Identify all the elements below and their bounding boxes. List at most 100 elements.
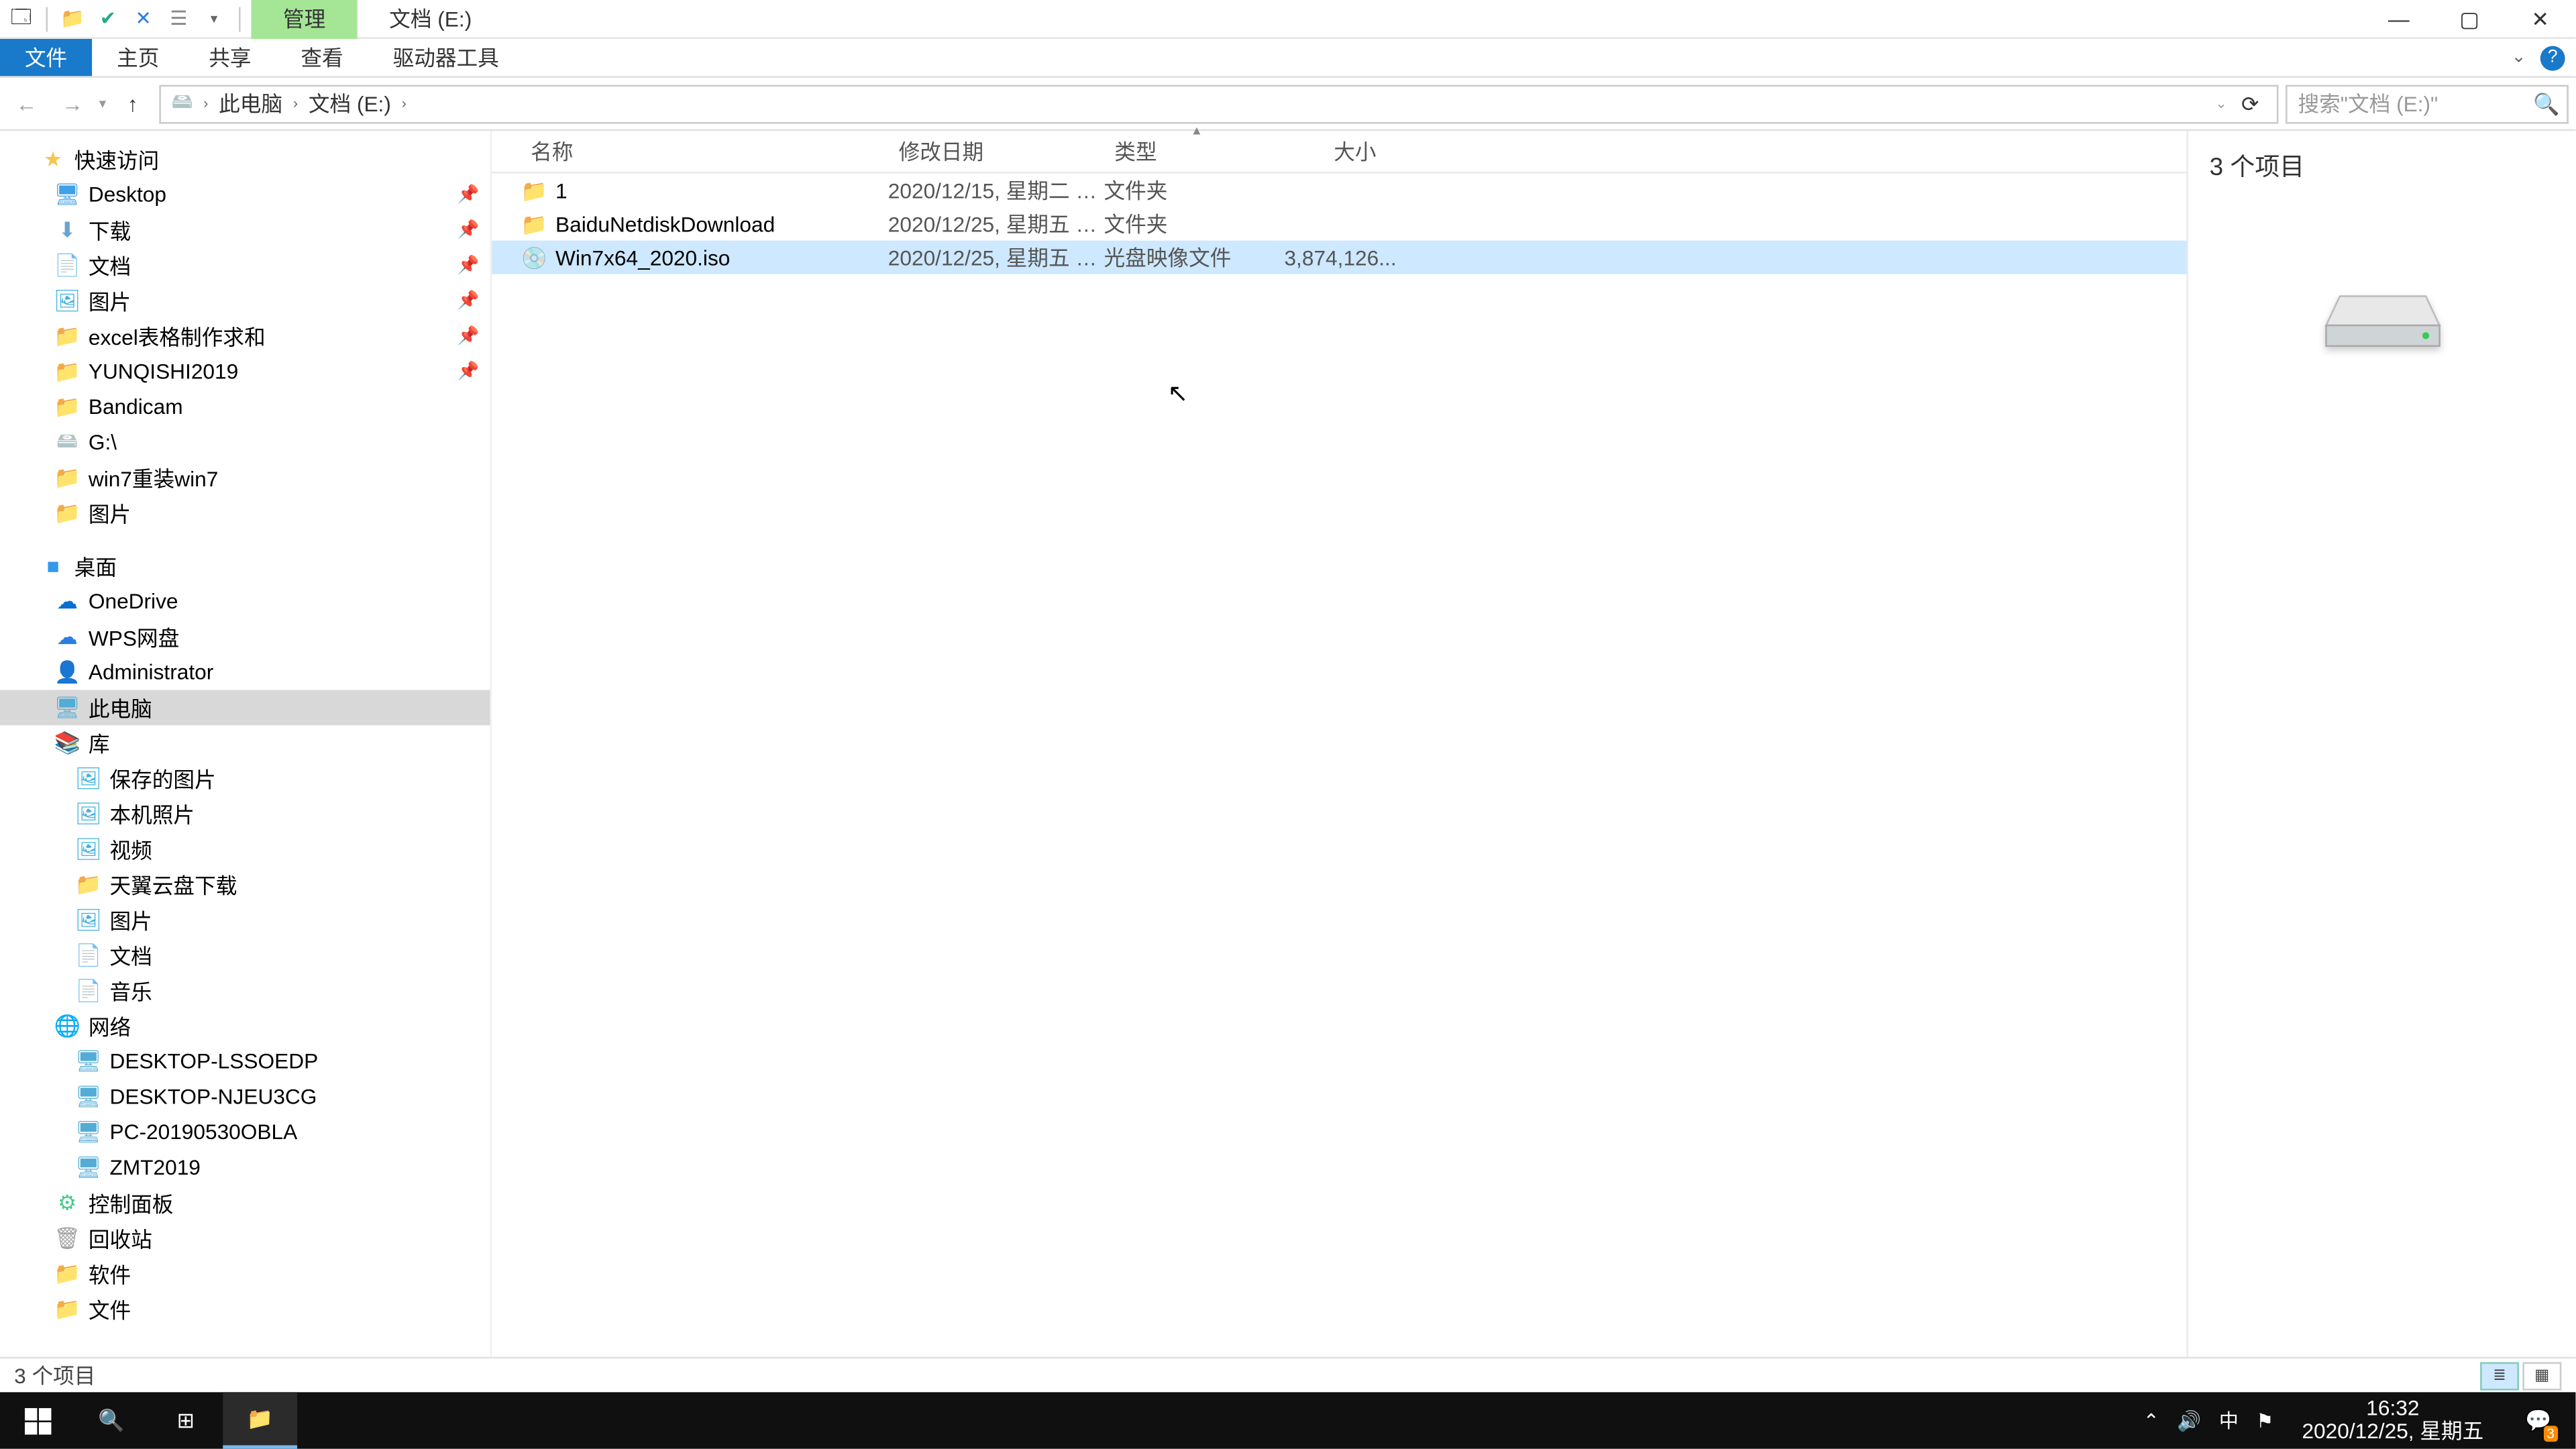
volume-icon[interactable]: 🔊 — [2177, 1409, 2201, 1432]
cp-icon: ⚙ — [53, 1189, 81, 1217]
explorer-taskbar-button[interactable]: 📁 — [223, 1392, 297, 1448]
navigation-pane[interactable]: ★ 快速访问 🖥Desktop📌⬇下载📌📄文档📌🖼图片📌📁excel表格制作求和… — [0, 131, 492, 1356]
pin-icon: 📌 — [458, 256, 480, 275]
column-header-size[interactable]: 大小 — [1284, 136, 1387, 166]
details-view-button[interactable]: ≣ — [2480, 1361, 2519, 1389]
tray-chevron-up-icon[interactable]: ⌃ — [2143, 1409, 2159, 1432]
column-header-type[interactable]: 类型 — [1104, 136, 1284, 166]
task-view-button[interactable]: ⊞ — [149, 1392, 223, 1448]
ribbon-tab-share[interactable]: 共享 — [184, 39, 276, 76]
file-row[interactable]: 📁12020/12/15, 星期二 1...文件夹 — [492, 173, 2186, 207]
tree-item[interactable]: 📁excel表格制作求和📌 — [0, 319, 490, 354]
start-button[interactable] — [0, 1392, 74, 1448]
tree-item[interactable]: 🖥DESKTOP-NJEU3CG — [0, 1079, 490, 1115]
search-input[interactable]: 搜索"文档 (E:)" 🔍 — [2286, 84, 2569, 123]
tree-item[interactable]: 📁win7重装win7 — [0, 460, 490, 496]
tree-item[interactable]: 🖼本机照片 — [0, 796, 490, 832]
chevron-down-icon[interactable]: ▾ — [200, 5, 228, 33]
tree-item[interactable]: 📄文档 — [0, 938, 490, 973]
pic-icon: 🖼 — [53, 286, 81, 315]
separator — [46, 6, 48, 31]
crumb-this-pc[interactable]: 此电脑 — [215, 89, 286, 119]
folder-icon: 📁 — [53, 1295, 81, 1323]
close-button[interactable]: ✕ — [2505, 0, 2575, 38]
icons-view-button[interactable]: ▦ — [2522, 1361, 2561, 1389]
search-icon[interactable]: 🔍 — [2533, 91, 2559, 116]
close-icon[interactable]: ✕ — [129, 5, 158, 33]
help-icon[interactable]: ? — [2540, 45, 2565, 70]
collapse-ribbon-icon[interactable]: ⌄ — [2512, 48, 2526, 67]
contextual-tab[interactable]: 管理 — [251, 0, 357, 38]
file-tab[interactable]: 文件 — [0, 39, 92, 76]
up-button[interactable]: ↑ — [113, 84, 152, 123]
tree-item[interactable]: 🗑回收站 — [0, 1221, 490, 1256]
folder-icon[interactable]: 📁 — [58, 5, 87, 33]
folder-icon: 📁 — [53, 358, 81, 386]
tree-item[interactable]: 🖼视频 — [0, 831, 490, 867]
tree-item[interactable]: 🖼图片 — [0, 902, 490, 938]
tree-item[interactable]: ☁WPS网盘 — [0, 619, 490, 655]
tree-item[interactable]: 🖥Desktop📌 — [0, 177, 490, 213]
chevron-right-icon[interactable]: › — [398, 95, 410, 111]
tree-item[interactable]: 🌐网络 — [0, 1008, 490, 1044]
file-row[interactable]: 📁BaiduNetdiskDownload2020/12/25, 星期五 1..… — [492, 207, 2186, 241]
search-button[interactable]: 🔍 — [74, 1392, 149, 1448]
tree-item[interactable]: 📁YUNQISHI2019📌 — [0, 354, 490, 389]
window-title: 文档 (E:) — [358, 0, 504, 38]
ime-indicator[interactable]: 中 — [2219, 1406, 2239, 1434]
tree-item[interactable]: 📚库 — [0, 725, 490, 761]
tree-item[interactable]: 📁文件 — [0, 1291, 490, 1327]
user-icon: 👤 — [53, 658, 81, 686]
tree-item[interactable]: 📁图片 — [0, 495, 490, 531]
tree-item[interactable]: 🖼图片📌 — [0, 283, 490, 319]
tree-quick-access[interactable]: ★ 快速访问 — [0, 142, 490, 177]
properties-icon[interactable]: ☰ — [164, 5, 193, 33]
refresh-button[interactable]: ⟳ — [2231, 84, 2269, 123]
pin-icon: 📌 — [458, 291, 480, 311]
file-list[interactable]: ▲ 名称 修改日期 类型 大小 📁12020/12/15, 星期二 1...文件… — [492, 131, 2186, 1356]
tree-item[interactable]: 📁天翼云盘下载 — [0, 867, 490, 902]
tree-item[interactable]: ⬇下载📌 — [0, 212, 490, 248]
forward-button[interactable]: → — [53, 84, 92, 123]
tree-item[interactable]: 🖥DESKTOP-LSSOEDP — [0, 1044, 490, 1079]
tree-item[interactable]: 📄音乐 — [0, 973, 490, 1008]
column-header-date[interactable]: 修改日期 — [888, 136, 1104, 166]
tree-item[interactable]: 📄文档📌 — [0, 248, 490, 283]
ribbon-tab-drive-tools[interactable]: 驱动器工具 — [368, 39, 524, 76]
chevron-down-icon[interactable]: ⌄ — [2215, 95, 2227, 111]
clock[interactable]: 16:32 2020/12/25, 星期五 — [2292, 1397, 2495, 1444]
label: 文档 — [89, 250, 131, 280]
label: Administrator — [89, 660, 213, 685]
chevron-right-icon[interactable]: › — [200, 95, 212, 111]
ribbon-tab-home[interactable]: 主页 — [92, 39, 184, 76]
chevron-right-icon[interactable]: › — [290, 95, 302, 111]
tree-item[interactable]: ☁OneDrive — [0, 584, 490, 619]
file-row[interactable]: 💿Win7x64_2020.iso2020/12/25, 星期五 1...光盘映… — [492, 241, 2186, 274]
crumb-drive-e[interactable]: 文档 (E:) — [305, 89, 395, 119]
tree-item[interactable]: 👤 Administrator — [0, 655, 490, 690]
action-center-button[interactable]: 💬 3 — [2512, 1392, 2565, 1448]
maximize-button[interactable]: ▢ — [2434, 0, 2505, 38]
tree-desktop-root[interactable]: ■ 桌面 — [0, 548, 490, 584]
tree-item[interactable]: 🖴G:\ — [0, 425, 490, 460]
breadcrumb[interactable]: 🖴 › 此电脑 › 文档 (E:) › ⌄ ⟳ — [159, 84, 2278, 123]
tree-item[interactable]: 🖥PC-20190530OBLA — [0, 1114, 490, 1150]
pic-icon: 🖼 — [74, 835, 103, 863]
label: 文档 — [109, 941, 152, 971]
tree-item[interactable]: ⚙控制面板 — [0, 1185, 490, 1221]
security-icon[interactable]: ⚑ — [2256, 1409, 2273, 1432]
preview-pane: 3 个项目 — [2186, 131, 2575, 1356]
history-dropdown-icon[interactable]: ▾ — [99, 95, 107, 111]
label: 网络 — [89, 1011, 131, 1041]
column-header-name[interactable]: 名称 — [520, 136, 888, 166]
tree-item[interactable]: 🖥ZMT2019 — [0, 1150, 490, 1185]
status-bar: 3 个项目 ≣ ▦ — [0, 1357, 2575, 1393]
back-button[interactable]: ← — [7, 84, 46, 123]
tree-item[interactable]: 📁Bandicam — [0, 389, 490, 425]
tree-item[interactable]: 🖥此电脑 — [0, 690, 490, 725]
tree-item[interactable]: 🖼保存的图片 — [0, 761, 490, 796]
check-icon[interactable]: ✔ — [94, 5, 122, 33]
ribbon-tab-view[interactable]: 查看 — [276, 39, 368, 76]
minimize-button[interactable]: — — [2363, 0, 2434, 38]
tree-item[interactable]: 📁软件 — [0, 1256, 490, 1291]
